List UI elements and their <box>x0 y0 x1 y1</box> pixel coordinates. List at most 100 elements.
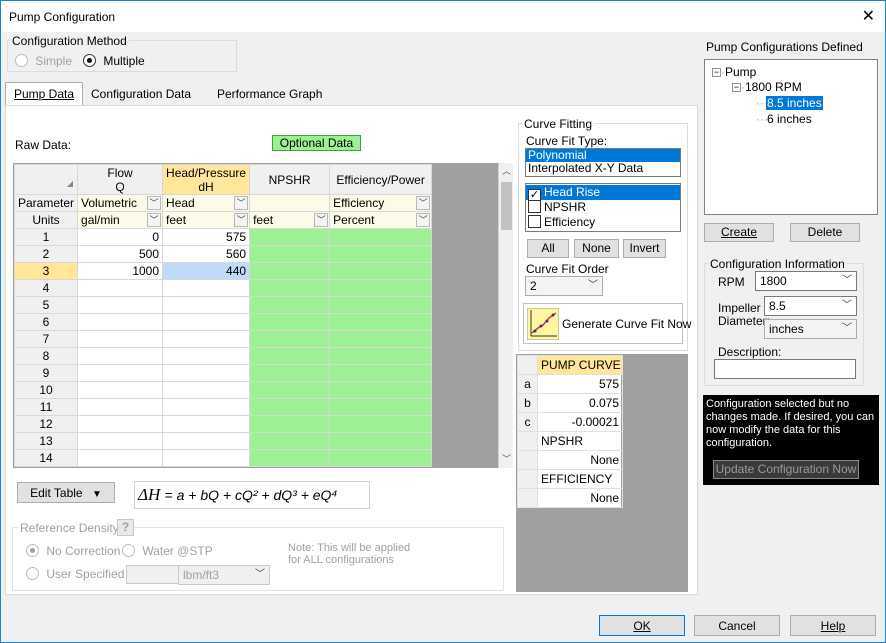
impeller-diameter-select[interactable]: 8.5 ﹀ <box>764 296 857 316</box>
tree-node-8-5-inches[interactable]: 8.5 inches <box>766 96 823 110</box>
grid-vertical-scrollbar[interactable]: ︿ ﹀ <box>498 163 513 468</box>
radio-no-correction[interactable]: No Correction <box>26 544 120 558</box>
density-unit-select[interactable]: lbm/ft3 ﹀ <box>178 565 270 585</box>
head-cell[interactable] <box>162 398 251 416</box>
row-number[interactable]: 14 <box>14 449 79 467</box>
flow-cell[interactable]: 500 <box>77 245 164 263</box>
row-number[interactable]: 4 <box>14 279 79 297</box>
check-head-rise[interactable]: ✓ Head Rise <box>526 185 680 202</box>
efficiency-cell[interactable] <box>329 296 433 314</box>
flow-parameter-select[interactable]: Volumetric ﹀ <box>77 194 164 212</box>
head-parameter-select[interactable]: Head ﹀ <box>162 194 251 212</box>
create-button[interactable]: Create <box>704 223 774 242</box>
check-npshr[interactable]: NPSHR <box>526 200 680 215</box>
rpm-select[interactable]: 1800 ﹀ <box>755 271 857 291</box>
cancel-button[interactable]: Cancel <box>694 615 780 636</box>
npshr-cell[interactable] <box>249 279 331 297</box>
row-number[interactable]: 11 <box>14 398 79 416</box>
head-cell[interactable] <box>162 279 251 297</box>
help-icon[interactable]: ? <box>117 519 134 536</box>
efficiency-cell[interactable] <box>329 347 433 365</box>
flow-units-select[interactable]: gal/min ﹀ <box>77 211 164 229</box>
head-cell[interactable] <box>162 347 251 365</box>
npshr-cell[interactable] <box>249 449 331 467</box>
efficiency-units-select[interactable]: Percent ﹀ <box>329 211 433 229</box>
grid-corner[interactable]: ◢ <box>14 164 79 195</box>
efficiency-cell[interactable] <box>329 313 433 331</box>
head-cell[interactable]: 560 <box>162 245 251 263</box>
edit-table-button[interactable]: Edit Table ▼ <box>17 482 115 503</box>
head-cell[interactable] <box>162 432 251 450</box>
flow-cell[interactable] <box>77 279 164 297</box>
efficiency-cell[interactable] <box>329 228 433 246</box>
efficiency-cell[interactable] <box>329 262 433 280</box>
column-header-npshr[interactable]: NPSHR <box>249 164 331 195</box>
efficiency-cell[interactable] <box>329 381 433 399</box>
row-number[interactable]: 2 <box>14 245 79 263</box>
efficiency-cell[interactable] <box>329 245 433 263</box>
help-button[interactable]: Help <box>790 615 876 636</box>
check-efficiency[interactable]: Efficiency <box>526 215 680 230</box>
curve-fit-type-interpolated[interactable]: Interpolated X-Y Data <box>526 162 680 175</box>
radio-user-specified[interactable]: User Specified <box>26 567 124 581</box>
radio-water-stp[interactable]: Water @STP <box>122 544 213 558</box>
impeller-unit-select[interactable]: inches ﹀ <box>764 319 857 339</box>
npshr-cell[interactable] <box>249 330 331 348</box>
flow-cell[interactable] <box>77 415 164 433</box>
column-header-flow[interactable]: Flow Q <box>77 164 164 195</box>
npshr-cell[interactable] <box>249 313 331 331</box>
npshr-units-select[interactable]: feet ﹀ <box>249 211 331 229</box>
npshr-cell[interactable] <box>249 296 331 314</box>
head-cell[interactable]: 440 <box>162 262 251 280</box>
npshr-cell[interactable] <box>249 228 331 246</box>
efficiency-cell[interactable] <box>329 415 433 433</box>
generate-curve-fit-button[interactable]: Generate Curve Fit Now <box>523 303 691 344</box>
npshr-cell[interactable] <box>249 262 331 280</box>
update-configuration-button[interactable]: Update Configuration Now <box>713 460 859 479</box>
flow-cell[interactable] <box>77 347 164 365</box>
row-number[interactable]: 13 <box>14 432 79 450</box>
row-number[interactable]: 6 <box>14 313 79 331</box>
row-number[interactable]: 1 <box>14 228 79 246</box>
row-number[interactable]: 5 <box>14 296 79 314</box>
optional-data-button[interactable]: Optional Data <box>272 135 361 151</box>
curve-fit-order-select[interactable]: 2 ﹀ <box>525 276 603 296</box>
select-all-button[interactable]: All <box>527 239 569 258</box>
row-number[interactable]: 3 <box>14 262 79 280</box>
efficiency-parameter-select[interactable]: Efficiency ﹀ <box>329 194 433 212</box>
flow-cell[interactable] <box>77 364 164 382</box>
head-cell[interactable] <box>162 296 251 314</box>
tab-pump-data[interactable]: Pump Data <box>5 82 84 106</box>
flow-cell[interactable] <box>77 381 164 399</box>
row-number[interactable]: 12 <box>14 415 79 433</box>
flow-cell[interactable]: 1000 <box>77 262 164 280</box>
npshr-cell[interactable] <box>249 398 331 416</box>
flow-cell[interactable] <box>77 330 164 348</box>
flow-cell[interactable] <box>77 432 164 450</box>
row-number[interactable]: 7 <box>14 330 79 348</box>
invert-button[interactable]: Invert <box>623 239 666 258</box>
head-units-select[interactable]: feet ﹀ <box>162 211 251 229</box>
flow-cell[interactable] <box>77 313 164 331</box>
row-number[interactable]: 9 <box>14 364 79 382</box>
density-input[interactable] <box>126 565 186 584</box>
npshr-cell[interactable] <box>249 364 331 382</box>
head-cell[interactable] <box>162 364 251 382</box>
npshr-cell[interactable] <box>249 347 331 365</box>
efficiency-cell[interactable] <box>329 364 433 382</box>
flow-cell[interactable]: 0 <box>77 228 164 246</box>
tree-node-1800-rpm[interactable]: − ·1800 RPM <box>732 80 802 94</box>
efficiency-cell[interactable] <box>329 330 433 348</box>
tree-node-pump[interactable]: − ·Pump <box>712 65 756 79</box>
efficiency-cell[interactable] <box>329 279 433 297</box>
efficiency-cell[interactable] <box>329 449 433 467</box>
ok-button[interactable]: OK <box>599 615 685 636</box>
head-cell[interactable]: 575 <box>162 228 251 246</box>
column-header-efficiency[interactable]: Efficiency/Power <box>329 164 433 195</box>
row-number[interactable]: 10 <box>14 381 79 399</box>
head-cell[interactable] <box>162 330 251 348</box>
scrollbar-thumb[interactable] <box>501 182 512 230</box>
flow-cell[interactable] <box>77 398 164 416</box>
configuration-tree[interactable]: − ·Pump − ·1800 RPM ··· 8.5 inches ··· 6 i… <box>704 59 878 215</box>
row-number[interactable]: 8 <box>14 347 79 365</box>
